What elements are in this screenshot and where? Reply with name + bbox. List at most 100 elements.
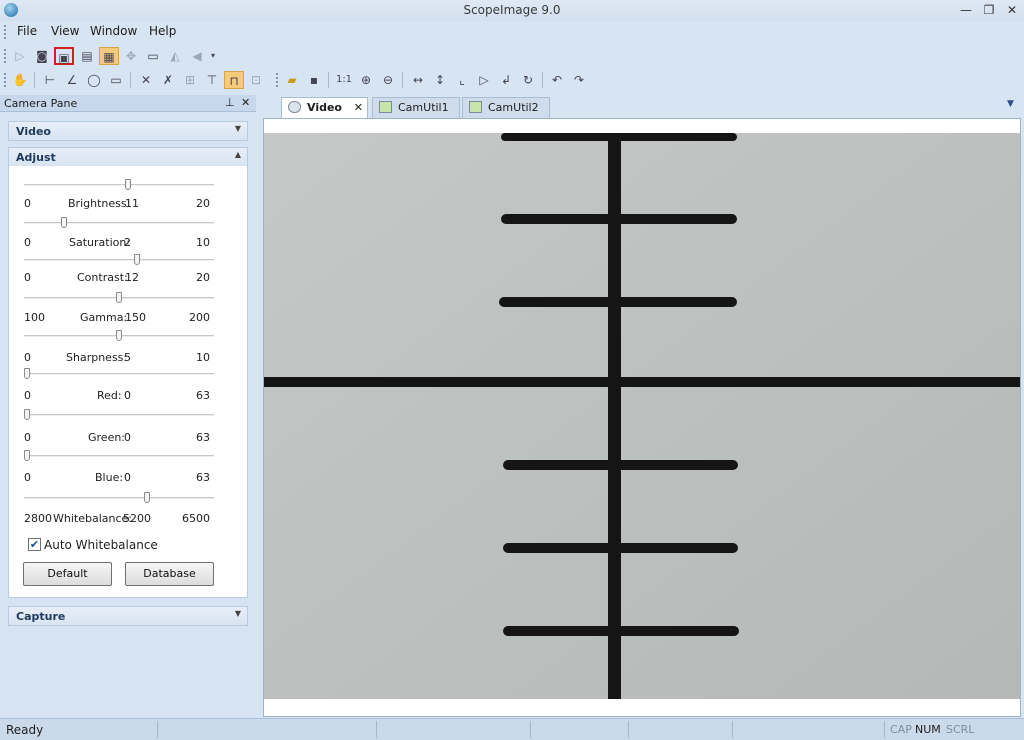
tab-camutil2[interactable]: CamUtil2 [462,97,550,118]
sharpness-slider[interactable] [24,330,214,341]
menu-grip [4,25,7,39]
whitebalance-slider-thumb[interactable] [143,492,150,503]
hand-icon[interactable]: ✋ [10,71,30,89]
auto-whitebalance-checkbox[interactable]: ✔ [28,538,41,551]
toolbar-overflow-icon[interactable]: ▾ [207,47,219,65]
default-button[interactable]: Default [23,562,112,586]
pin-icon[interactable]: ⊥ [225,96,235,109]
flip-icon[interactable]: ▷ [474,71,494,89]
close-window-button[interactable]: ✕ [1001,1,1023,19]
calibrate-icon[interactable]: ⊞ [180,71,200,89]
red-max-label: 63 [196,389,210,402]
close-tab-icon[interactable]: ✕ [354,101,363,114]
status-separator [376,721,377,738]
flip-horizontal-icon[interactable]: ◭ [165,47,185,65]
brightness-slider[interactable] [24,179,214,190]
fullscreen-icon[interactable]: ✥ [121,47,141,65]
gamma-max-label: 200 [189,311,210,324]
toolbar-separator [542,72,543,88]
circle-icon[interactable]: ◯ [84,71,104,89]
saturation-slider-thumb[interactable] [60,217,67,228]
group-video-label: Video [16,125,51,138]
undo-icon[interactable]: ↶ [547,71,567,89]
camera-settings-icon[interactable]: ◙ [32,47,52,65]
delete-all-icon[interactable]: ✗ [158,71,178,89]
minimize-button[interactable]: — [955,1,977,19]
camera-pane-header: Camera Pane ⊥ ✕ [0,95,256,112]
tab-video-label: Video [307,101,342,114]
scale-bar-icon[interactable]: ⊓ [224,71,244,89]
rectangle-icon[interactable]: ▭ [106,71,126,89]
title-bar: ScopeImage 9.0 — ❐ ✕ [0,0,1024,21]
flip-vertical-icon[interactable]: ◀ [187,47,207,65]
green-slider[interactable] [24,409,214,420]
gamma-slider-thumb[interactable] [116,292,122,303]
restore-button[interactable]: ❐ [978,1,1000,19]
sharpness-max-label: 10 [196,351,210,364]
blue-slider[interactable] [24,450,214,461]
video-view[interactable] [263,118,1021,717]
blue-min-label: 0 [24,471,31,484]
group-capture[interactable]: Capture ▼ [8,606,248,626]
menu-file[interactable]: File [17,24,37,38]
sharpness-value: 5 [124,351,131,364]
toolbar-grip [276,73,279,87]
open-folder-icon[interactable]: ▰ [282,71,302,89]
angle-icon[interactable]: ∠ [62,71,82,89]
toolbar-grip [4,73,7,87]
gamma-slider[interactable] [24,292,214,303]
fit-height-icon[interactable]: ↕ [430,71,450,89]
whitebalance-slider[interactable] [24,492,214,503]
chevron-down-icon: ▼ [234,609,241,618]
menu-window[interactable]: Window [90,24,137,38]
auto-whitebalance-label: Auto Whitebalance [44,538,158,552]
tab-video[interactable]: Video ✕ [281,97,368,119]
ruler-icon[interactable]: ⊤ [202,71,222,89]
group-adjust[interactable]: Adjust ▲ [8,147,248,167]
toolbar-image: ▰ ▪ 1:1 ⊕ ⊖ ↔ ↕ ⌞ ▷ ↲ ↻ ↶ ↷ [276,68,591,92]
grid-view-icon[interactable]: ▦ [99,47,119,65]
contrast-slider-thumb[interactable] [134,254,141,265]
brightness-slider-thumb[interactable] [125,179,132,190]
status-separator [884,721,885,738]
crop-icon[interactable]: ⌞ [452,71,472,89]
fit-width-icon[interactable]: ↔ [408,71,428,89]
play-icon[interactable]: ▷ [10,47,30,65]
label-icon[interactable]: ⊡ [246,71,266,89]
close-pane-icon[interactable]: ✕ [241,96,250,109]
zoom-out-icon[interactable]: ⊖ [378,71,398,89]
menu-view[interactable]: View [51,24,79,38]
status-scrl: SCRL [946,723,975,736]
blue-slider-thumb[interactable] [24,450,30,461]
red-slider[interactable] [24,368,214,379]
menu-help[interactable]: Help [149,24,176,38]
whitebalance-value: 5200 [123,512,151,525]
zoom-in-icon[interactable]: ⊕ [356,71,376,89]
red-label: Red: [97,389,122,402]
green-min-label: 0 [24,431,31,444]
database-button[interactable]: Database [125,562,214,586]
record-video-icon[interactable]: ▤ [77,47,97,65]
tab-list-dropdown-icon[interactable]: ▼ [1007,99,1014,109]
save-icon[interactable]: ▪ [304,71,324,89]
green-slider-thumb[interactable] [24,409,30,420]
camera-pane-title: Camera Pane [4,97,78,110]
green-value: 0 [124,431,131,444]
red-slider-thumb[interactable] [24,368,30,379]
rotate-90-icon[interactable]: ↲ [496,71,516,89]
refresh-icon[interactable]: ↻ [518,71,538,89]
actual-size-icon[interactable]: 1:1 [334,71,354,89]
whitebalance-min-label: 2800 [24,512,52,525]
delete-icon[interactable]: ✕ [136,71,156,89]
status-num: NUM [915,723,941,736]
capture-image-icon[interactable]: ▣ [54,47,74,65]
monitor-icon[interactable]: ▭ [143,47,163,65]
line-measure-icon[interactable]: ⊢ [40,71,60,89]
group-video[interactable]: Video ▼ [8,121,248,141]
redo-icon[interactable]: ↷ [569,71,589,89]
sharpness-slider-thumb[interactable] [116,330,122,341]
contrast-slider[interactable] [24,254,214,265]
saturation-slider[interactable] [24,217,214,228]
tab-camutil1[interactable]: CamUtil1 [372,97,460,118]
adjust-panel [8,166,248,598]
